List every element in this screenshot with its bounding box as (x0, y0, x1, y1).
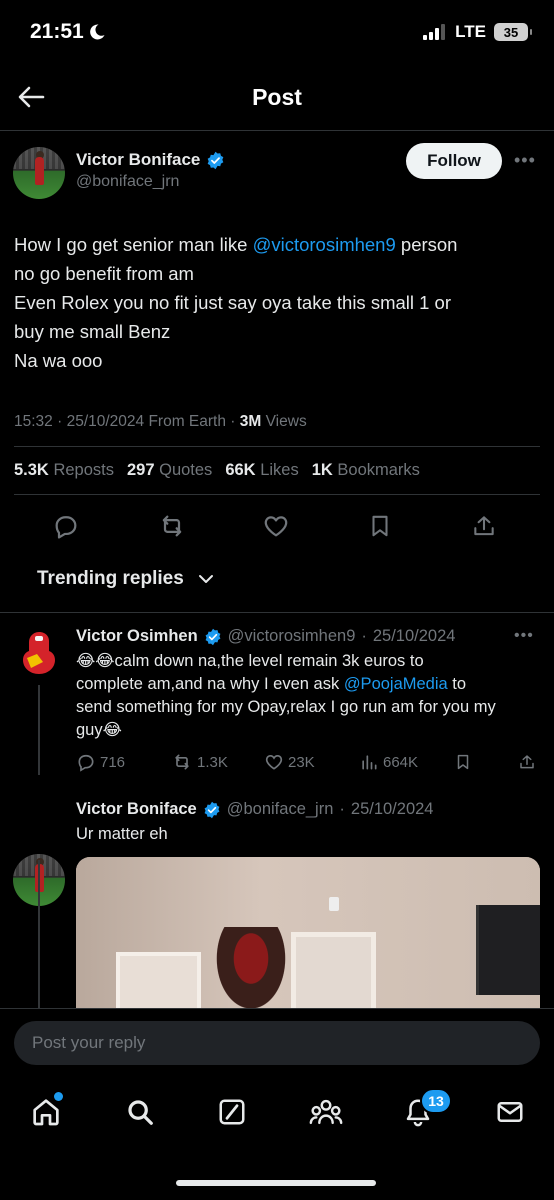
tab-grok[interactable] (212, 1092, 252, 1132)
sort-replies-dropdown[interactable]: Trending replies (37, 568, 214, 590)
follow-button[interactable]: Follow (406, 143, 502, 179)
post-text-line: Even Rolex you no fit just say oya take … (14, 292, 452, 313)
views-chart-icon (362, 755, 377, 770)
reply-author-name[interactable]: Victor Osimhen (76, 627, 198, 646)
chevron-down-icon (198, 575, 213, 583)
post-text-line: buy me small Benz (14, 321, 171, 342)
search-icon (128, 1100, 153, 1125)
reply-more-options-icon[interactable]: ••• (514, 627, 534, 645)
mail-icon (497, 1102, 523, 1122)
post-stats: 5.3K Reposts 297 Quotes 66K Likes 1K Boo… (14, 461, 420, 480)
reply-icon (55, 516, 77, 539)
verified-badge-icon (204, 628, 222, 646)
heart-icon (264, 516, 288, 537)
sort-label: Trending replies (37, 568, 184, 589)
reply-avatar[interactable] (13, 627, 65, 679)
grok-icon (219, 1099, 245, 1125)
reposts-stat[interactable]: 5.3K Reposts (14, 461, 114, 480)
reply-author-name[interactable]: Victor Boniface (76, 800, 197, 819)
thread-line (38, 860, 40, 1010)
post-meta: 15:32 · 25/10/2024 From Earth · 3M Views (14, 413, 307, 430)
mention-link[interactable]: @victorosimhen9 (253, 234, 396, 255)
status-indicators: LTE 35 (423, 22, 532, 42)
author-avatar[interactable] (13, 147, 65, 199)
page-title: Post (252, 84, 302, 110)
bottom-tab-bar (0, 1086, 554, 1146)
tab-communities[interactable] (306, 1092, 346, 1132)
reply-like-button[interactable]: 23K (264, 752, 315, 772)
author-name-row: Victor Boniface (76, 150, 225, 170)
reply-bookmark-button[interactable] (454, 752, 472, 772)
verified-badge-icon (206, 151, 225, 170)
tab-messages[interactable] (490, 1092, 530, 1132)
author-handle: @boniface_jrn (76, 173, 180, 190)
post-text: How I go get senior man like @victorosim… (14, 230, 544, 375)
verified-badge-icon (203, 801, 221, 819)
meta-divider (14, 446, 540, 447)
home-indicator (176, 1180, 376, 1186)
share-icon (474, 516, 494, 536)
post-text-line: Na wa ooo (14, 350, 103, 371)
post-text-line: no go benefit from am (14, 263, 194, 284)
status-time: 21:51 (30, 20, 106, 44)
reply-input[interactable] (14, 1021, 540, 1065)
reply-text: 😂😂calm down na,the level remain 3k euros… (76, 652, 496, 739)
reply-date: 25/10/2024 (350, 800, 434, 818)
battery-icon: 35 (494, 23, 532, 41)
bookmark-icon (457, 754, 469, 770)
home-unread-dot (54, 1092, 63, 1101)
reply-header: Victor Osimhen @victorosimhen9 · 25/10/2… (76, 627, 456, 646)
heart-icon (265, 754, 283, 770)
reply-reply-button[interactable]: 716 (76, 752, 125, 772)
bookmarks-stat[interactable]: 1K Bookmarks (312, 461, 420, 480)
tab-search[interactable] (120, 1092, 160, 1132)
signal-icon (423, 24, 447, 40)
author-name: Victor Boniface (76, 150, 201, 169)
bookmark-icon (372, 515, 388, 537)
share-button[interactable] (466, 508, 502, 544)
moon-icon (88, 23, 106, 41)
communities-icon (309, 1099, 343, 1125)
reply-share-button[interactable] (518, 752, 536, 772)
reply-header: Victor Boniface @boniface_jrn · 25/10/20… (76, 800, 434, 819)
network-label: LTE (455, 22, 486, 41)
reply-actions: 716 1.3K 23K 664K (76, 752, 546, 776)
more-options-icon[interactable]: ••• (514, 150, 536, 171)
post-actions (0, 508, 554, 544)
reply-video-thumbnail[interactable] (76, 857, 540, 1017)
thread-line (38, 685, 40, 775)
reply-repost-button[interactable]: 1.3K (171, 752, 228, 772)
reply-date: 25/10/2024 (372, 627, 456, 645)
reply-author-handle: @boniface_jrn (226, 800, 334, 818)
mention-link[interactable]: @PoojaMedia (344, 675, 448, 693)
quotes-stat[interactable]: 297 Quotes (127, 461, 212, 480)
glove-avatar-icon (23, 632, 55, 674)
repost-icon (162, 515, 182, 537)
stats-divider (14, 494, 540, 495)
header-divider (0, 130, 554, 131)
notifications-badge: 13 (420, 1088, 452, 1114)
reply-icon (78, 754, 94, 772)
repost-button[interactable] (154, 508, 190, 544)
bookmark-button[interactable] (362, 508, 398, 544)
like-button[interactable] (258, 508, 294, 544)
author-info[interactable]: Victor Boniface @boniface_jrn (76, 150, 225, 191)
likes-stat[interactable]: 66K Likes (225, 461, 298, 480)
reply-text: Ur matter eh (76, 825, 168, 843)
post-text-line: How I go get senior man like @victorosim… (14, 234, 458, 255)
share-icon (520, 755, 534, 769)
reply-views-button[interactable]: 664K (359, 752, 418, 772)
reply-author-handle: @victorosimhen9 (227, 627, 356, 645)
trending-divider (0, 612, 554, 613)
repost-icon (175, 754, 189, 770)
reply-button[interactable] (48, 508, 84, 544)
